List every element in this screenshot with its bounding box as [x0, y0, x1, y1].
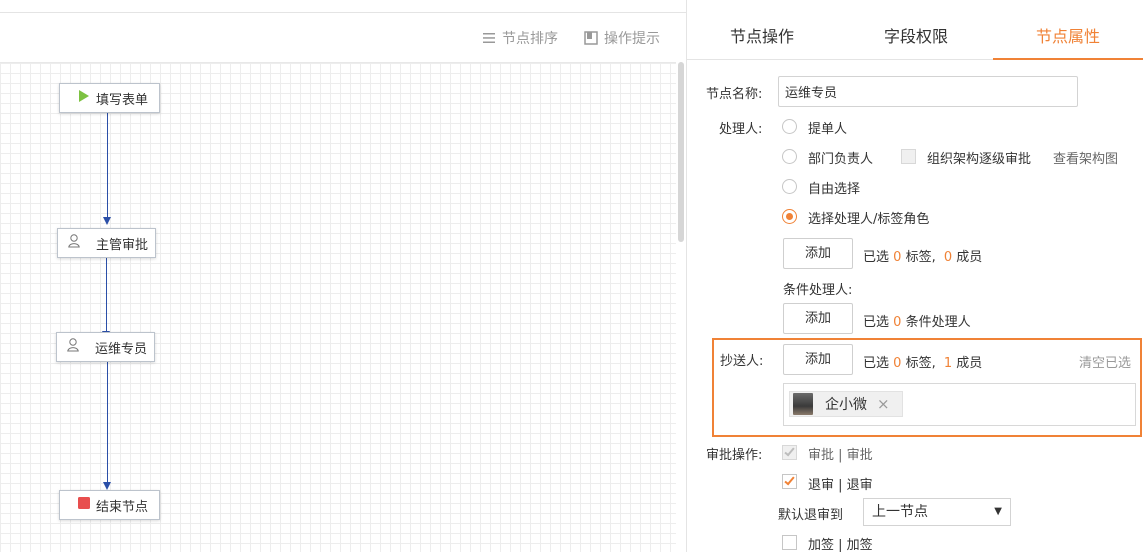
condition-handler-count: 0 — [893, 315, 902, 330]
return-label: 退审 | 退审 — [808, 478, 873, 493]
active-tab-indicator — [993, 58, 1143, 60]
top-divider — [0, 12, 686, 13]
flow-node-label: 填写表单 — [96, 92, 149, 108]
checkbox-approve[interactable] — [782, 445, 797, 460]
condition-handler-label: 条件处理人: — [783, 283, 853, 298]
radio-submitter[interactable] — [782, 119, 797, 134]
tab-field-permissions[interactable]: 字段权限 — [841, 12, 991, 60]
node-sort-button[interactable]: 节点排序 — [482, 28, 558, 48]
add-sign-label: 加签 | 加签 — [808, 538, 873, 552]
tab-bar: 节点操作 字段权限 节点属性 — [687, 12, 1143, 60]
add-handler-button[interactable]: 添加 — [783, 238, 853, 269]
canvas-scrollbar[interactable] — [678, 62, 684, 242]
add-condition-handler-button[interactable]: 添加 — [783, 303, 853, 334]
handler-member-count: 0 — [943, 250, 953, 265]
tab-node-properties[interactable]: 节点属性 — [993, 12, 1143, 60]
radio-select-handler-role-label: 选择处理人/标签角色 — [808, 212, 930, 227]
flow-node-manager-approval[interactable]: 主管审批 — [57, 228, 156, 258]
stop-icon — [78, 497, 90, 513]
org-hierarchy-label: 组织架构逐级审批 — [927, 152, 1032, 167]
user-icon — [68, 234, 80, 252]
flow-node-label: 结束节点 — [96, 499, 149, 515]
list-icon — [482, 31, 496, 45]
radio-free-select[interactable] — [782, 179, 797, 194]
flow-node-ops-specialist[interactable]: 运维专员 — [56, 332, 155, 362]
default-return-select[interactable]: 上一节点 ▼ — [863, 498, 1011, 526]
node-sort-label: 节点排序 — [502, 31, 558, 47]
radio-free-select-label: 自由选择 — [808, 182, 861, 197]
radio-dept-head[interactable] — [782, 149, 797, 164]
flow-edge — [106, 258, 107, 332]
bookmark-icon — [584, 31, 598, 45]
flow-node-label: 运维专员 — [95, 341, 148, 357]
flow-edge — [107, 362, 108, 483]
arrow-down-icon — [103, 217, 111, 225]
checkbox-org-hierarchy[interactable] — [901, 149, 916, 164]
node-properties-panel: 节点操作 字段权限 节点属性 节点名称: 处理人: 提单人 部门负责人 组织架构… — [687, 0, 1143, 552]
condition-handler-summary: 已选 0 条件处理人 — [863, 315, 971, 330]
approval-ops-label: 审批操作: — [706, 448, 763, 463]
cc-member-box[interactable]: 企小微 × — [783, 383, 1136, 426]
flow-node-start[interactable]: 填写表单 — [59, 83, 160, 113]
cc-tag-count: 0 — [893, 356, 902, 371]
flow-canvas[interactable] — [0, 62, 676, 552]
handler-selected-summary: 已选 0 标签, 0 成员 — [863, 250, 983, 265]
radio-dept-head-label: 部门负责人 — [808, 152, 874, 167]
default-return-label: 默认退审到 — [778, 508, 844, 523]
checkmark-icon — [784, 445, 795, 457]
member-name: 企小微 — [825, 397, 867, 413]
flow-designer-panel: 节点排序 操作提示 填写表单 主管审批 运维专员 结束节点 — [0, 0, 686, 552]
handler-tag-count: 0 — [893, 250, 902, 265]
caret-down-icon: ▼ — [994, 506, 1002, 517]
operation-tips-label: 操作提示 — [604, 31, 660, 47]
checkmark-icon — [784, 474, 795, 486]
view-org-chart-link[interactable]: 查看架构图 — [1053, 148, 1118, 167]
checkbox-add-sign[interactable] — [782, 535, 797, 550]
arrow-down-icon — [103, 482, 111, 490]
node-name-label: 节点名称: — [706, 87, 763, 102]
avatar — [793, 393, 813, 415]
user-icon — [67, 338, 79, 356]
clear-selected-link[interactable]: 清空已选 — [1079, 352, 1131, 371]
node-name-input[interactable] — [778, 76, 1078, 107]
radio-submitter-label: 提单人 — [808, 122, 848, 137]
play-icon — [78, 90, 90, 106]
approve-label: 审批 | 审批 — [808, 448, 873, 463]
remove-member-icon[interactable]: × — [877, 395, 890, 413]
cc-label: 抄送人: — [720, 354, 764, 369]
add-cc-button[interactable]: 添加 — [783, 344, 853, 375]
checkbox-return[interactable] — [782, 474, 797, 489]
member-tag: 企小微 × — [789, 391, 903, 417]
flow-edge — [107, 112, 108, 218]
cc-selected-summary: 已选 0 标签, 1 成员 — [863, 356, 983, 371]
default-return-value: 上一节点 — [872, 504, 928, 520]
radio-select-handler-role[interactable] — [782, 209, 797, 224]
handler-label: 处理人: — [719, 122, 763, 137]
cc-member-count: 1 — [943, 356, 953, 371]
operation-tips-button[interactable]: 操作提示 — [584, 28, 660, 48]
tab-node-operations[interactable]: 节点操作 — [687, 12, 837, 60]
flow-node-label: 主管审批 — [96, 237, 149, 253]
flow-node-end[interactable]: 结束节点 — [59, 490, 160, 520]
